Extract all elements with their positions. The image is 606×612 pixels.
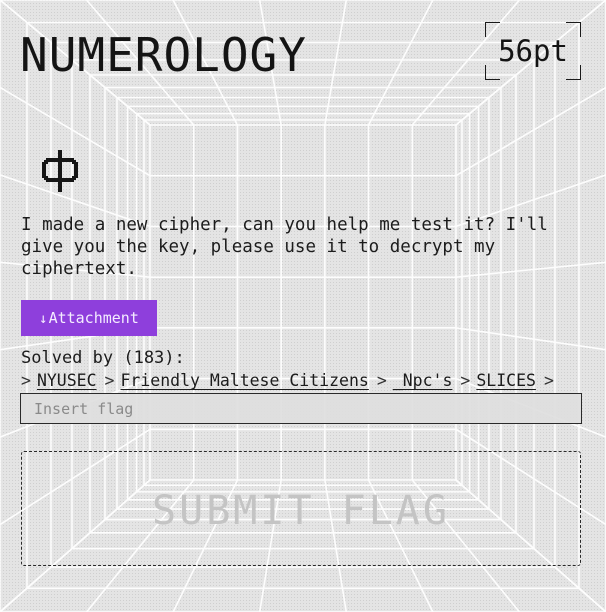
download-arrow-icon: ↓ — [39, 311, 48, 327]
list-separator: > — [21, 371, 31, 390]
challenge-title: NUMEROLOGY — [20, 28, 307, 82]
list-separator: > — [460, 371, 471, 390]
submit-flag-label: SUBMIT FLAG — [152, 488, 450, 534]
attachment-button[interactable]: ↓Attachment — [21, 300, 157, 336]
solver-team-link[interactable]: _Npc's — [393, 371, 453, 390]
list-separator: > — [376, 371, 387, 390]
points-badge: 56pt — [485, 22, 581, 80]
list-separator: > — [104, 371, 115, 390]
points-value: 56pt — [498, 34, 568, 68]
solved-by-label: Solved by (183): — [21, 348, 185, 368]
challenge-description: I made a new cipher, can you help me tes… — [21, 215, 559, 279]
solver-team-link[interactable]: NYUSEC — [37, 371, 97, 390]
solver-team-link[interactable]: Friendly Maltese Citizens — [120, 371, 368, 390]
solver-team-link[interactable]: SLICES — [476, 371, 536, 390]
attachment-label: Attachment — [48, 309, 139, 327]
solvers-list: > NYUSEC > Friendly Maltese Citizens > _Npc's… — [21, 370, 586, 392]
phi-icon — [42, 150, 78, 192]
flag-input[interactable] — [20, 393, 582, 424]
submit-flag-button[interactable]: SUBMIT FLAG — [21, 451, 581, 566]
challenge-panel: NUMEROLOGY 56pt I made a new cipher, can… — [0, 0, 606, 612]
list-separator: > — [543, 371, 554, 390]
